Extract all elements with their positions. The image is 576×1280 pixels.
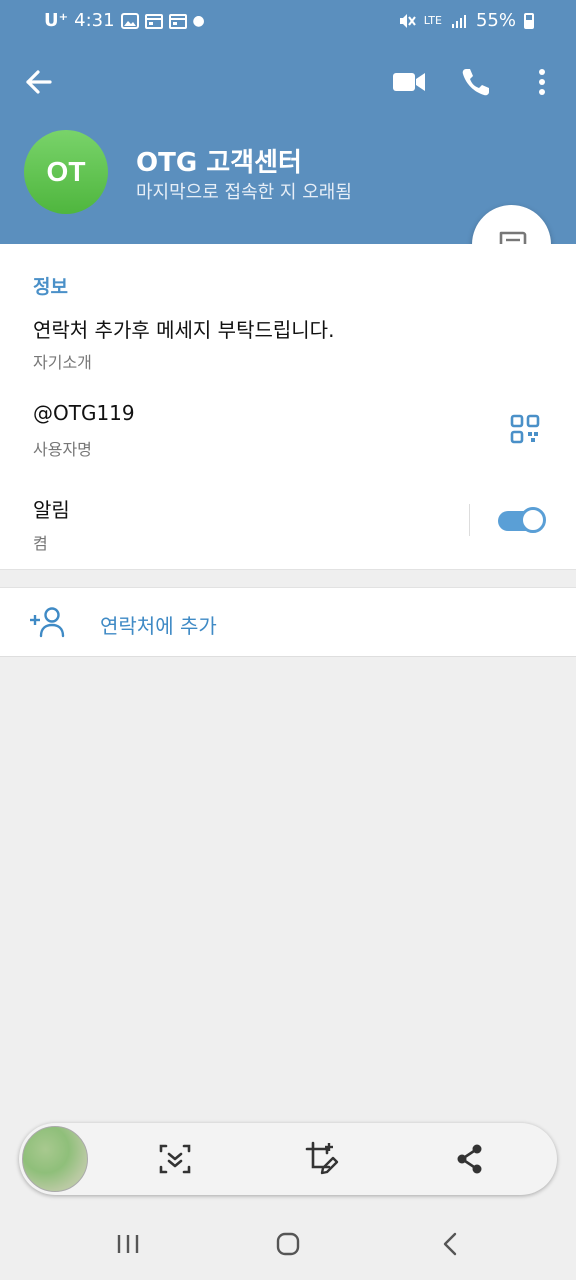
battery-icon xyxy=(524,12,534,29)
crop-edit-icon[interactable] xyxy=(305,1141,339,1177)
last-seen-status: 마지막으로 접속한 지 오래됨 xyxy=(136,182,352,203)
battery-percent: 55% xyxy=(475,10,516,31)
screenshot-toolbar xyxy=(19,1123,557,1195)
arrow-left-icon[interactable] xyxy=(22,64,58,100)
bio-label: 자기소개 xyxy=(33,353,92,372)
scroll-capture-icon[interactable] xyxy=(158,1141,192,1177)
avatar[interactable]: OT xyxy=(24,130,108,214)
bio-text[interactable]: 연락처 추가후 메세지 부탁드립니다. xyxy=(33,314,334,343)
notifications-label: 알림 xyxy=(33,498,70,522)
section-title-info: 정보 xyxy=(33,276,68,298)
network-type: LTE xyxy=(423,13,442,27)
status-bar: U⁺ 4:31 ● LTE 55% xyxy=(0,0,576,42)
video-camera-icon[interactable] xyxy=(390,64,428,100)
username-label: 사용자명 xyxy=(33,440,92,459)
toggle-knob xyxy=(520,507,546,533)
recent-apps-icon[interactable] xyxy=(113,1229,143,1259)
info-card: 정보 연락처 추가후 메세지 부탁드립니다. 자기소개 @OTG119 사용자명… xyxy=(0,244,576,570)
image-notification-icon xyxy=(120,12,139,29)
carrier-label: U⁺ xyxy=(44,10,69,31)
home-icon[interactable] xyxy=(273,1229,303,1259)
screenshot-thumbnail[interactable] xyxy=(22,1126,88,1192)
mute-icon xyxy=(399,13,416,28)
share-icon[interactable] xyxy=(453,1141,487,1177)
more-notifications-dot: ● xyxy=(192,12,205,29)
calendar-notification-icon xyxy=(144,13,163,29)
notifications-toggle[interactable] xyxy=(498,507,546,533)
add-contact-label: 연락처에 추가 xyxy=(100,614,217,638)
profile-name: OTG 고객센터 xyxy=(136,148,302,178)
clock: 4:31 xyxy=(74,10,115,31)
more-vertical-icon[interactable] xyxy=(528,64,556,100)
back-icon[interactable] xyxy=(436,1229,466,1259)
avatar-initials: OT xyxy=(46,156,86,187)
add-user-icon xyxy=(30,607,65,638)
profile-header: U⁺ 4:31 ● LTE 55% OT OTG 고객센터 마지막으로 접속한 … xyxy=(0,0,576,244)
system-navigation-bar xyxy=(0,1205,576,1280)
username-text[interactable]: @OTG119 xyxy=(33,401,135,425)
qr-code-icon[interactable] xyxy=(510,414,540,444)
signal-icon xyxy=(451,14,466,28)
app-bar xyxy=(0,56,576,108)
divider xyxy=(469,504,470,536)
calendar-notification-icon xyxy=(168,13,187,29)
add-contact-button[interactable]: 연락처에 추가 xyxy=(0,587,576,657)
notifications-state: 켬 xyxy=(33,534,48,553)
phone-icon[interactable] xyxy=(458,64,494,100)
